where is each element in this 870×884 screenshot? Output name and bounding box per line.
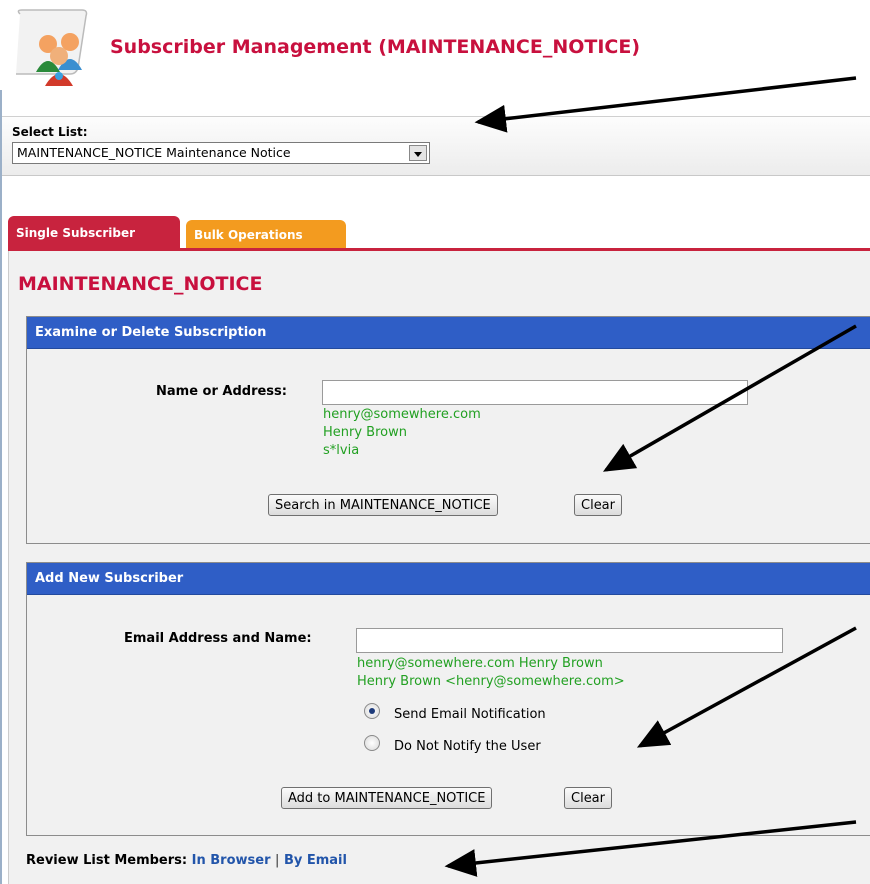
in-browser-link[interactable]: In Browser (192, 853, 271, 868)
do-not-notify-radio[interactable] (364, 735, 380, 751)
add-hint-email-name: henry@somewhere.com Henry Brown (357, 656, 603, 671)
email-address-and-name-label: Email Address and Name: (124, 631, 312, 646)
examine-section-heading: Examine or Delete Subscription (27, 317, 870, 349)
tab-single-subscriber[interactable]: Single Subscriber (8, 216, 180, 250)
review-separator: | (275, 853, 280, 868)
add-subscriber-button[interactable]: Add to MAINTENANCE_NOTICE (281, 787, 493, 809)
search-button[interactable]: Search in MAINTENANCE_NOTICE (268, 494, 498, 516)
review-list-members: Review List Members: In Browser | By Ema… (26, 853, 347, 868)
chevron-down-icon[interactable] (409, 145, 427, 161)
examine-hint-wildcard: s*lvia (323, 443, 360, 458)
examine-hint-name: Henry Brown (323, 425, 407, 440)
list-select[interactable]: MAINTENANCE_NOTICE Maintenance Notice (12, 142, 430, 164)
send-notification-radio[interactable] (364, 703, 380, 719)
select-list-bar: Select List: MAINTENANCE_NOTICE Maintena… (2, 116, 870, 176)
by-email-link[interactable]: By Email (284, 853, 347, 868)
add-hint-name-email: Henry Brown <henry@somewhere.com> (357, 674, 625, 689)
add-clear-button[interactable]: Clear (564, 787, 612, 809)
examine-hint-email: henry@somewhere.com (323, 407, 481, 422)
page-title: Subscriber Management (MAINTENANCE_NOTIC… (110, 36, 641, 58)
page-header: Subscriber Management (MAINTENANCE_NOTIC… (0, 0, 870, 90)
name-or-address-label: Name or Address: (156, 384, 287, 399)
email-and-name-input[interactable] (356, 628, 783, 653)
name-or-address-input[interactable] (322, 380, 748, 405)
users-group-icon (12, 8, 102, 86)
add-section-heading: Add New Subscriber (27, 563, 870, 595)
examine-clear-button[interactable]: Clear (574, 494, 622, 516)
select-list-label: Select List: (12, 125, 88, 139)
list-select-value: MAINTENANCE_NOTICE Maintenance Notice (17, 145, 291, 160)
list-title: MAINTENANCE_NOTICE (18, 273, 263, 295)
do-not-notify-label: Do Not Notify the User (394, 739, 541, 754)
send-notification-label: Send Email Notification (394, 707, 546, 722)
review-label: Review List Members: (26, 853, 188, 868)
tab-bulk-operations[interactable]: Bulk Operations (186, 220, 346, 250)
